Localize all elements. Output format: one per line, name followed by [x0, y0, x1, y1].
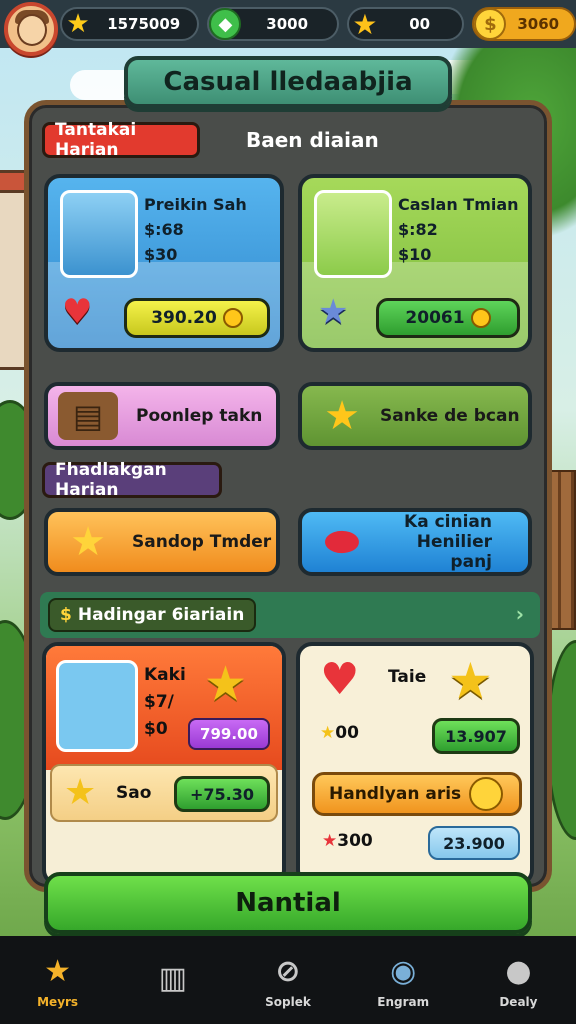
- resource-value: 3000: [266, 15, 309, 33]
- avatar-face: [17, 14, 47, 46]
- top-resource-bar: ★ 1575009 ◆ 3000 ★ 00 $ 3060: [0, 0, 576, 48]
- home-star-icon: ★: [44, 953, 72, 989]
- character-portrait: [314, 190, 392, 278]
- bottom-nav: ★ Meyrs ▥ ⊘ Soplek ◉ Engram ● Dealy: [0, 936, 576, 1024]
- character-name: Kaki: [144, 665, 186, 685]
- nav-label: Engram: [377, 995, 430, 1009]
- coin-star-icon: ★: [324, 393, 360, 439]
- nav-item-home[interactable]: ★ Meyrs: [0, 936, 115, 1024]
- pill-label: Henilier panj: [416, 532, 492, 572]
- buy-button[interactable]: + 75.30: [174, 776, 270, 812]
- offer-line: $:82: [398, 220, 438, 239]
- heart-icon: ♥: [62, 292, 93, 332]
- section-banner[interactable]: $ Hadingar 6iariain ›: [40, 592, 540, 638]
- offer-line: $10: [398, 245, 432, 264]
- door-icon: ▥: [158, 960, 187, 996]
- gold-coin-icon: [469, 777, 503, 811]
- smiley-star-icon: ★: [204, 656, 248, 712]
- character-portrait: [60, 190, 138, 278]
- price-label: 390.20: [151, 308, 217, 328]
- bundle-stars-value: 00: [335, 723, 359, 743]
- bundle-hearts: ★300: [322, 828, 373, 855]
- daily-section-tag: Fhadlakgan Harian: [42, 460, 222, 500]
- offer-info: Caslan Tmian $:82 $10: [398, 192, 519, 267]
- offer-info: Preikin Sah $:68 $30: [144, 192, 247, 267]
- buy-button[interactable]: 390.20: [124, 298, 270, 338]
- buy-button[interactable]: 13.907: [432, 718, 520, 754]
- chest-icon: ▤: [58, 392, 118, 440]
- bundle-stars: ★00: [320, 720, 359, 747]
- nav-item-door[interactable]: ▥: [115, 936, 230, 1024]
- camera-icon: ◉: [390, 953, 417, 989]
- bundle-hearts-value: 300: [337, 831, 373, 851]
- character-portrait: [56, 660, 138, 752]
- banner-label: Hadingar 6iariain: [77, 605, 245, 625]
- bundle-label: Taie: [388, 667, 427, 687]
- gold-star-icon: ★: [352, 7, 378, 41]
- coin-offer-button[interactable]: ★ Sanke de bcan: [298, 382, 532, 450]
- page-title: Casual lledaabjia: [124, 56, 452, 108]
- offer-line: $:68: [144, 220, 184, 239]
- chevron-right-icon: ›: [515, 602, 524, 626]
- resource-stars[interactable]: ★ 1575009: [60, 7, 200, 41]
- dollar-icon: $: [60, 605, 72, 625]
- resource-value: 3060: [517, 15, 560, 33]
- nav-label: Soplek: [265, 995, 311, 1009]
- main-action-button[interactable]: Nantial: [44, 872, 532, 934]
- offer-name: Preikin Sah: [144, 195, 247, 214]
- character-line: $0: [144, 719, 168, 739]
- heart-icon: ♥: [320, 654, 360, 705]
- star-offer-button[interactable]: ★ Sandop Tmder: [44, 508, 280, 576]
- banner-label-box: $ Hadingar 6iariain: [48, 598, 257, 632]
- button-label: Handlyan aris: [329, 784, 462, 804]
- coin-icon: [470, 308, 491, 328]
- nav-label: Dealy: [499, 995, 538, 1009]
- pill-label: Sandop Tmder: [132, 532, 272, 552]
- red-gem-icon: ⬬: [324, 519, 360, 565]
- resource-gems[interactable]: ◆ 3000: [207, 7, 339, 41]
- blue-star-icon: ★: [318, 292, 349, 332]
- nav-item-engram[interactable]: ◉ Engram: [346, 936, 461, 1024]
- gold-coin-icon: $: [474, 8, 507, 40]
- offer-name: Caslan Tmian: [398, 195, 519, 214]
- star-icon: ★: [320, 723, 336, 743]
- green-gem-icon: ◆: [209, 8, 242, 40]
- sale-label: Sao: [116, 783, 152, 803]
- price-label: 75.30: [203, 784, 254, 804]
- resource-value: 1575009: [107, 15, 181, 33]
- character-line: $7/: [144, 692, 174, 712]
- offer-line: $30: [144, 245, 178, 264]
- buy-button[interactable]: 799.00: [188, 718, 270, 750]
- nav-label: Meyrs: [37, 995, 79, 1009]
- buy-button[interactable]: 23.900: [428, 826, 520, 860]
- smiley-star-icon: ★: [70, 519, 106, 565]
- handlyan-button[interactable]: Handlyan aris: [312, 772, 522, 816]
- resource-value: 00: [409, 15, 431, 33]
- daily-offer-tag: Tantakai Harian: [42, 120, 200, 160]
- character-info: Kaki $7/ $0: [144, 662, 186, 743]
- pill-label: Poonlep takn: [136, 406, 263, 426]
- smiley-star-icon: ★: [448, 652, 493, 710]
- nav-item-profile[interactable]: ● Dealy: [461, 936, 576, 1024]
- coin-icon: [222, 308, 243, 328]
- tool-icon: ⊘: [275, 953, 301, 989]
- star-icon: ★: [66, 9, 90, 39]
- pill-label: Ka cinian: [404, 512, 492, 532]
- pill-label-group: Ka cinian Henilier panj: [378, 512, 492, 572]
- nav-item-tools[interactable]: ⊘ Soplek: [230, 936, 345, 1024]
- resource-coins[interactable]: $ 3060: [472, 7, 576, 41]
- chest-offer-button[interactable]: ▤ Poonlep takn: [44, 382, 280, 450]
- price-label: 20061: [405, 308, 465, 328]
- plus-icon: +: [189, 784, 204, 804]
- player-avatar[interactable]: [4, 2, 58, 56]
- pill-label: Sanke de bcan: [380, 406, 520, 426]
- person-icon: ●: [505, 953, 532, 989]
- buy-button[interactable]: 20061: [376, 298, 520, 338]
- resource-gold-stars[interactable]: ★ 00: [346, 7, 465, 41]
- section-subtitle: Baen diaian: [246, 128, 379, 152]
- gold-star-icon: ★: [64, 772, 97, 813]
- gem-offer-button[interactable]: ⬬ Ka cinian Henilier panj: [298, 508, 532, 576]
- heart-icon: ★: [322, 831, 338, 851]
